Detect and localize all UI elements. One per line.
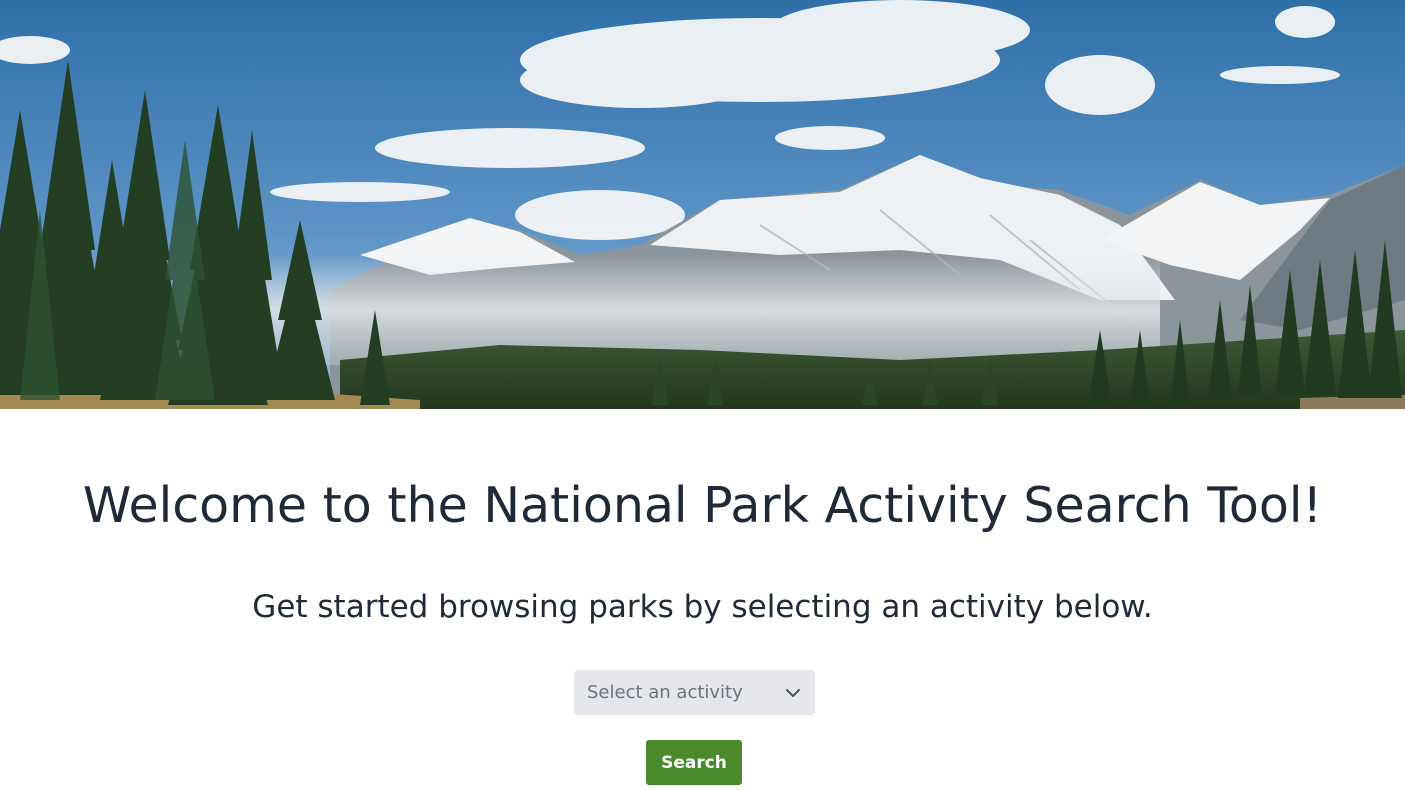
page-subtitle: Get started browsing parks by selecting …: [252, 589, 1153, 625]
hero-landscape-illustration: [0, 0, 1405, 409]
activity-select-placeholder: Select an activity: [587, 682, 743, 703]
search-button[interactable]: Search: [646, 740, 742, 785]
page-title: Welcome to the National Park Activity Se…: [82, 477, 1323, 534]
hero-banner-image: [0, 0, 1405, 409]
main-content: Welcome to the National Park Activity Se…: [0, 409, 1405, 790]
activity-select[interactable]: Select an activity: [574, 670, 815, 715]
chevron-down-icon: [786, 689, 800, 697]
